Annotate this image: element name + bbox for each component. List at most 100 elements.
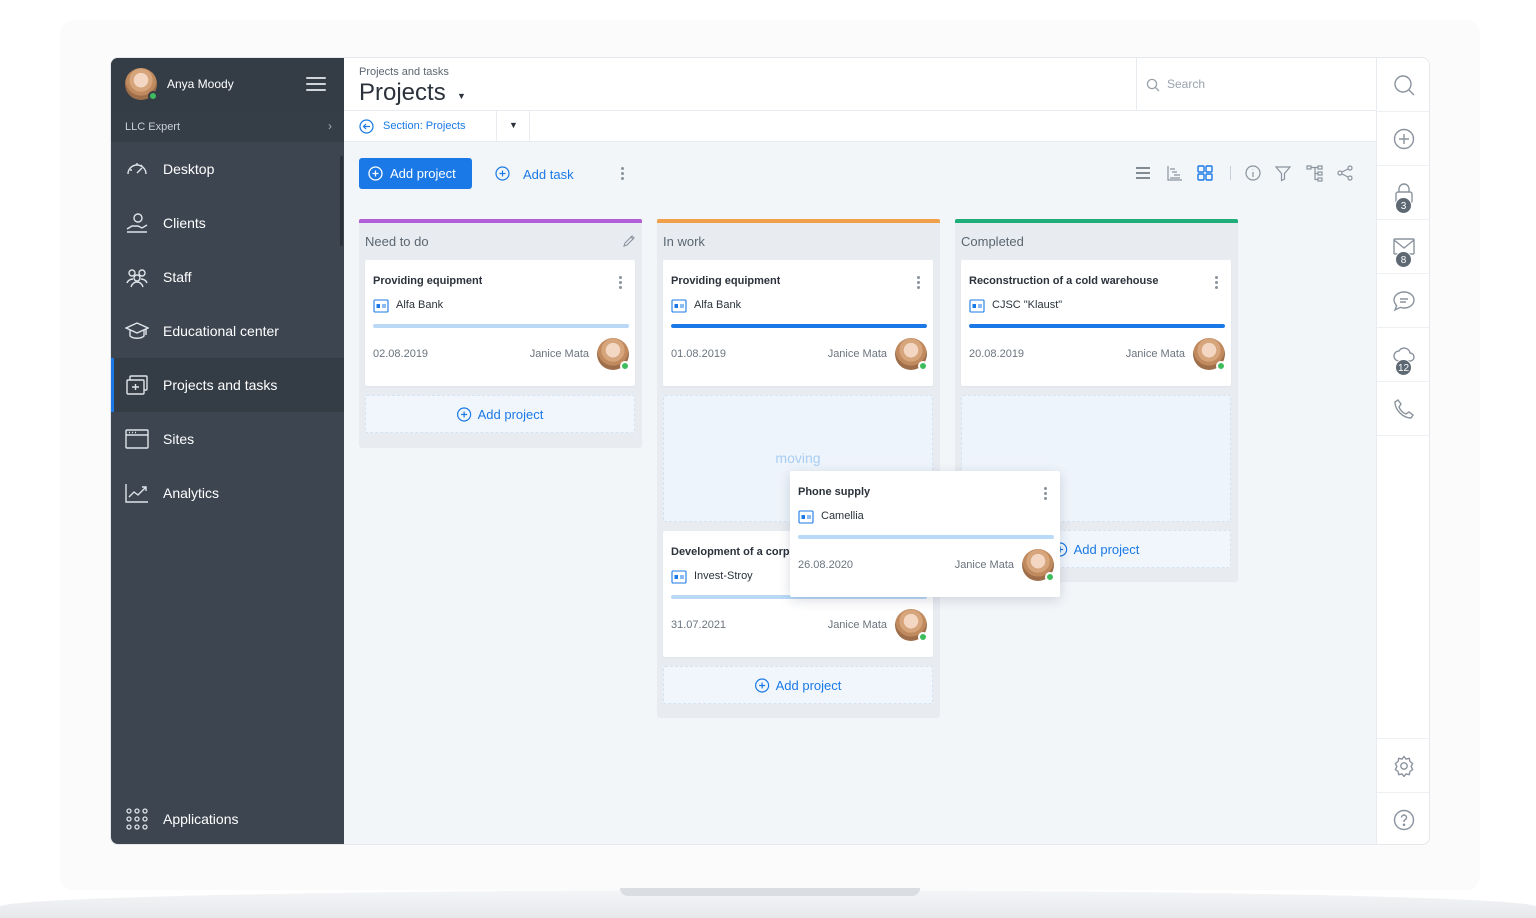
user-panel[interactable]: Anya Moody	[111, 58, 344, 112]
client-name: Camellia	[821, 510, 864, 522]
stage: Anya Moody LLC Expert › Desktop Clients …	[0, 0, 1536, 918]
plus-circle-icon	[755, 678, 770, 693]
sidebar-item-educational-center[interactable]: Educational center	[111, 304, 344, 358]
owner-avatar[interactable]	[895, 609, 928, 642]
section-back-link[interactable]: Section: Projects	[359, 111, 514, 142]
card-menu-icon[interactable]	[1209, 274, 1223, 292]
sidebar-item-projects-and-tasks[interactable]: Projects and tasks	[111, 358, 344, 412]
card-menu-icon[interactable]	[1038, 485, 1052, 503]
user-name[interactable]: Anya Moody	[167, 77, 234, 91]
card-owner[interactable]: Janice Mata	[828, 619, 887, 631]
online-status-dot	[620, 361, 630, 371]
search-box[interactable]	[1136, 58, 1376, 111]
card-date: 31.07.2021	[671, 619, 727, 631]
column-title: Completed	[961, 234, 1024, 249]
gantt-view-icon[interactable]	[1165, 163, 1185, 183]
card-owner[interactable]: Janice Mata	[828, 348, 887, 360]
company-switcher[interactable]: LLC Expert ›	[111, 112, 344, 142]
owner-avatar[interactable]	[1193, 338, 1226, 371]
help-icon	[1393, 809, 1415, 831]
dragging-project-card[interactable]: Phone supply Camellia 26.08.2020 Janice …	[790, 471, 1060, 597]
sidebar-item-label: Staff	[163, 269, 192, 285]
column-title: In work	[663, 234, 705, 249]
sidebar-item-label: Educational center	[163, 323, 279, 339]
project-card[interactable]: Providing equipment Alfa Bank 01.08.2019…	[663, 260, 933, 386]
list-view-icon[interactable]	[1133, 163, 1153, 183]
board-column-need-to-do: Need to do Providing equipment Alfa Bank…	[359, 219, 642, 448]
user-avatar[interactable]	[125, 68, 158, 101]
notification-badge: 8	[1395, 251, 1412, 268]
caret-down-icon[interactable]: ▼	[457, 91, 466, 101]
card-menu-icon[interactable]	[911, 274, 925, 292]
progress-fill	[969, 324, 1225, 328]
sidebar-item-analytics[interactable]: Analytics	[111, 466, 344, 520]
back-arrow-circle-icon	[359, 119, 374, 134]
sidebar-item-label: Sites	[163, 431, 195, 447]
sidebar-item-desktop[interactable]: Desktop	[111, 142, 344, 196]
rail-chat-button[interactable]	[1377, 274, 1429, 328]
progress-fill	[671, 324, 927, 328]
add-project-label: Add project	[775, 678, 842, 693]
card-date: 26.08.2020	[798, 559, 854, 571]
hierarchy-icon[interactable]	[1305, 163, 1325, 183]
card-owner[interactable]: Janice Mata	[955, 559, 1014, 571]
add-project-button[interactable]: Add project	[359, 158, 472, 189]
project-card[interactable]: Providing equipment Alfa Bank 02.08.2019…	[365, 260, 635, 386]
rail-cloud-button[interactable]: 12	[1377, 328, 1429, 382]
rail-tasks-button[interactable]: 3	[1377, 166, 1429, 220]
sidebar-item-sites[interactable]: Sites	[111, 412, 344, 466]
sidebar-item-applications[interactable]: Applications	[111, 792, 344, 844]
trend-chart-icon	[125, 484, 148, 503]
card-title: Providing equipment	[373, 275, 483, 287]
progress-bar	[373, 324, 629, 328]
card-menu-icon[interactable]	[613, 274, 627, 292]
column-color-bar	[657, 219, 940, 223]
rail-phone-button[interactable]	[1377, 382, 1429, 436]
owner-avatar[interactable]	[895, 338, 928, 371]
share-icon[interactable]	[1335, 163, 1355, 183]
card-owner[interactable]: Janice Mata	[1126, 348, 1185, 360]
plus-circle-icon	[457, 407, 472, 422]
page-title[interactable]: Projects	[359, 79, 446, 107]
info-icon[interactable]	[1243, 163, 1263, 183]
breadcrumb[interactable]: Projects and tasks	[359, 66, 449, 78]
column-add-project-button[interactable]: Add project	[663, 666, 933, 704]
column-add-project-button[interactable]: Add project	[365, 395, 635, 433]
caret-down-icon: ▼	[509, 120, 518, 130]
filter-icon[interactable]	[1273, 163, 1293, 183]
browser-window-icon	[125, 429, 149, 449]
card-owner[interactable]: Janice Mata	[530, 348, 589, 360]
search-input[interactable]	[1167, 74, 1357, 94]
owner-avatar[interactable]	[1022, 549, 1055, 582]
online-status-dot	[918, 632, 928, 642]
moving-label: moving	[775, 450, 821, 466]
laptop-notch	[620, 888, 920, 896]
card-date: 02.08.2019	[373, 348, 429, 360]
rail-help-button[interactable]	[1377, 792, 1429, 844]
search-icon	[1394, 75, 1415, 96]
more-actions-icon[interactable]	[615, 165, 629, 183]
section-dropdown-button[interactable]: ▼	[496, 111, 530, 142]
card-date: 01.08.2019	[671, 348, 727, 360]
add-project-label: Add project	[1073, 542, 1140, 557]
rail-search-button[interactable]	[1377, 58, 1429, 112]
menu-icon[interactable]	[306, 77, 326, 91]
sidebar-item-clients[interactable]: Clients	[111, 196, 344, 250]
chat-icon	[1393, 291, 1415, 312]
sidebar-item-staff[interactable]: Staff	[111, 250, 344, 304]
kanban-view-icon[interactable]	[1195, 163, 1215, 183]
hand-money-icon	[126, 213, 148, 233]
pencil-icon[interactable]	[622, 234, 636, 248]
board-column-in-work: In work Providing equipment Alfa Bank 01…	[657, 219, 940, 718]
add-project-label: Add project	[390, 166, 456, 181]
progress-bar	[671, 324, 927, 328]
client-card-icon	[969, 299, 985, 313]
owner-avatar[interactable]	[597, 338, 630, 371]
section-label: Section: Projects	[383, 120, 466, 132]
rail-mail-button[interactable]: 8	[1377, 220, 1429, 274]
online-status-dot	[1216, 361, 1226, 371]
rail-add-button[interactable]	[1377, 112, 1429, 166]
project-card[interactable]: Reconstruction of a cold warehouse CJSC …	[961, 260, 1231, 386]
rail-settings-button[interactable]	[1377, 738, 1429, 792]
search-icon	[1146, 78, 1160, 92]
